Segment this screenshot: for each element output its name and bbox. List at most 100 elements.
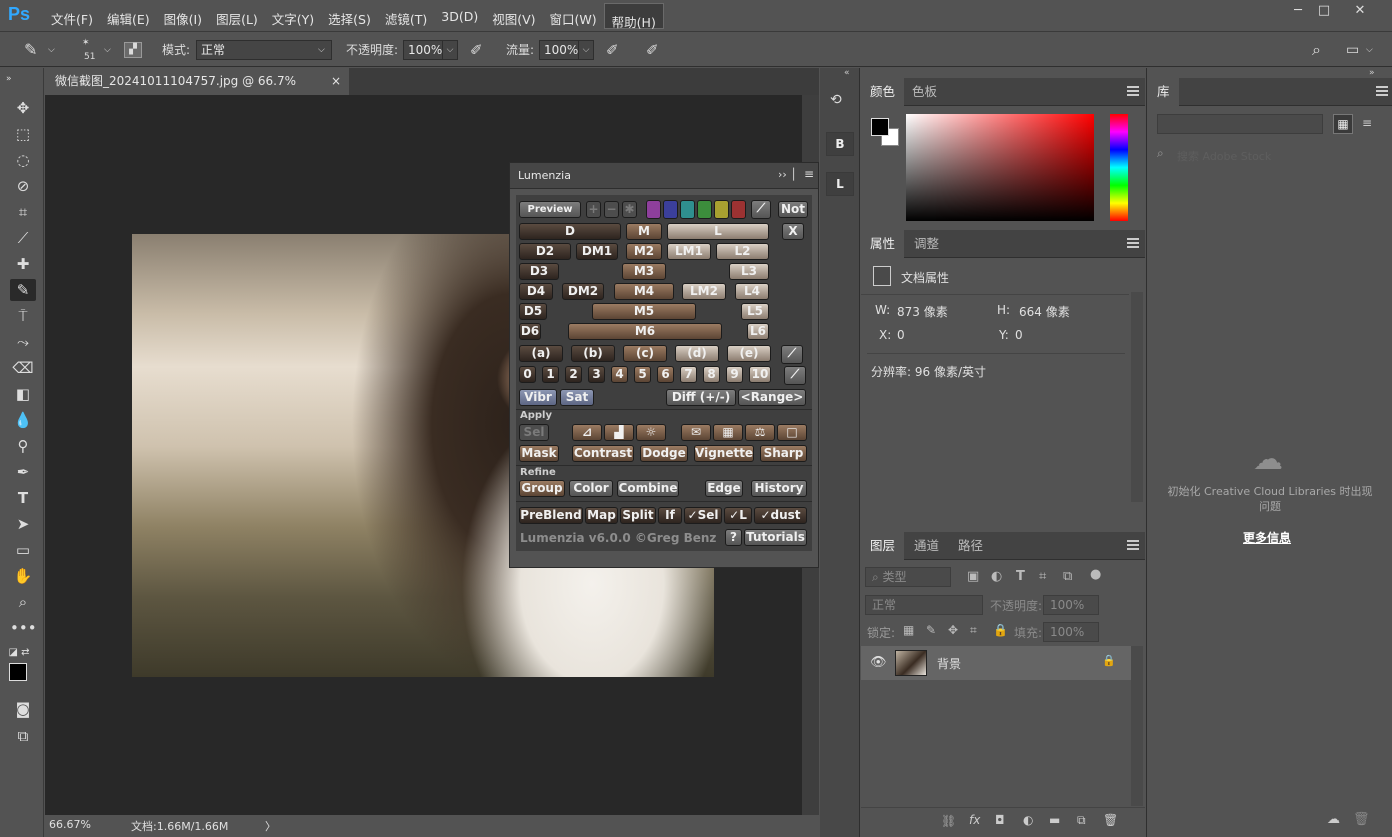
pen-tool-icon[interactable]: ✒ — [10, 461, 36, 483]
adjustment-layer-icon[interactable]: ◐ — [1023, 813, 1033, 827]
layer-visibility-eye-icon[interactable]: 👁 — [870, 655, 887, 670]
zone-l6-button[interactable]: L6 — [747, 323, 769, 340]
marquee-tool-icon[interactable]: ⬚ — [10, 123, 36, 145]
sharp-button[interactable]: Sharp — [760, 445, 807, 462]
zone-m3-button[interactable]: M3 — [622, 263, 666, 280]
filter-pixel-icon[interactable]: ▣ — [967, 569, 979, 584]
layer-name[interactable]: 背景 — [937, 655, 961, 672]
foreground-color-swatch[interactable] — [9, 663, 27, 681]
plus-button[interactable]: + — [586, 201, 601, 218]
quick-select-tool-icon[interactable]: ⊘ — [10, 175, 36, 197]
width-value[interactable]: 873 像素 — [897, 303, 948, 320]
number-8-button[interactable]: 8 — [703, 366, 720, 383]
zone-d6-button[interactable]: D6 — [519, 323, 541, 340]
flow-input[interactable]: 100% — [539, 40, 579, 60]
document-tab[interactable]: 微信截图_20241011104757.jpg @ 66.7%(RGB/8#) … — [45, 68, 349, 115]
menu-layer[interactable]: 图层(L) — [209, 0, 265, 32]
minus-button[interactable]: − — [604, 201, 619, 218]
new-layer-icon[interactable]: ⧉ — [1077, 813, 1086, 828]
map-button[interactable]: Map — [585, 507, 618, 524]
dodge-tool-icon[interactable]: ⚲ — [10, 435, 36, 457]
filter-type-icon[interactable]: T — [1016, 569, 1025, 584]
rectangle-tool-icon[interactable]: ▭ — [10, 539, 36, 561]
number-1-button[interactable]: 1 — [542, 366, 559, 383]
library-menu-icon[interactable] — [1376, 86, 1388, 96]
zone-a-button[interactable]: (a) — [519, 345, 563, 362]
pressure-opacity-icon[interactable]: ✐ — [470, 33, 483, 67]
zone-l-button[interactable]: L — [667, 223, 769, 240]
zone-l2-button[interactable]: L2 — [716, 243, 769, 260]
healing-brush-tool-icon[interactable]: ✚ — [10, 253, 36, 275]
number-7-button[interactable]: 7 — [680, 366, 697, 383]
search-icon[interactable]: ⌕ — [1312, 33, 1321, 67]
collapse-panel-icon[interactable]: ›› │ — [778, 168, 797, 181]
more-tools-icon[interactable]: ••• — [10, 617, 37, 639]
flow-dropdown[interactable]: ⌵ — [578, 40, 594, 60]
star-button[interactable]: ✱ — [622, 201, 637, 218]
number-6-button[interactable]: 6 — [657, 366, 674, 383]
library-delete-icon[interactable]: 🗑 — [1353, 812, 1370, 827]
contrast-button[interactable]: Contrast — [572, 445, 634, 462]
swap-colors-icon[interactable]: ◪ ⇄ — [6, 642, 32, 664]
collapse-strip-icon[interactable]: « — [844, 68, 850, 78]
zone-m-button[interactable]: M — [626, 223, 662, 240]
tab-library[interactable]: 库 — [1148, 78, 1179, 106]
color-swatch-green[interactable] — [697, 200, 712, 219]
path-select-tool-icon[interactable]: ➤ — [10, 513, 36, 535]
zone-m4-button[interactable]: M4 — [614, 283, 674, 300]
workspace-dropdown-icon[interactable]: ⌵ — [1366, 33, 1373, 67]
zoom-level[interactable]: 66.67% — [49, 818, 91, 831]
collapse-library-icon[interactable]: » — [1369, 68, 1375, 78]
color-panel-menu-icon[interactable] — [1127, 86, 1139, 96]
history-button[interactable]: History — [751, 480, 807, 497]
collapse-toolbar-icon[interactable]: » — [6, 68, 32, 90]
number-eyedropper-icon[interactable]: ⟋ — [784, 366, 806, 385]
type-tool-icon[interactable]: T — [10, 487, 36, 509]
color-swatch-blue[interactable] — [663, 200, 678, 219]
zone-m2-button[interactable]: M2 — [626, 243, 662, 260]
eraser-tool-icon[interactable]: ⌫ — [10, 357, 36, 379]
cc-sync-icon[interactable]: ☁ — [1327, 812, 1340, 827]
tab-adjustments[interactable]: 调整 — [905, 230, 948, 258]
tab-paths[interactable]: 路径 — [949, 532, 992, 560]
color-swatch-purple[interactable] — [646, 200, 661, 219]
balance-icon[interactable]: ⚖ — [745, 424, 775, 441]
menu-3d[interactable]: 3D(D) — [434, 0, 485, 32]
lasso-tool-icon[interactable]: ◌ — [10, 149, 36, 171]
zone-lm2-button[interactable]: LM2 — [682, 283, 726, 300]
menu-type[interactable]: 文字(Y) — [265, 0, 321, 32]
filter-adjustment-icon[interactable]: ◐ — [991, 569, 1002, 584]
dodge-button[interactable]: Dodge — [640, 445, 688, 462]
properties-scrollbar[interactable] — [1131, 292, 1143, 502]
y-value[interactable]: 0 — [1015, 328, 1023, 342]
curves-icon[interactable]: ⊿ — [572, 424, 602, 441]
brush-panel-icon[interactable]: ▞ — [124, 42, 142, 58]
close-window-button[interactable]: ✕ — [1344, 0, 1376, 22]
height-value[interactable]: 664 像素 — [1019, 303, 1070, 320]
status-menu-arrow[interactable]: 〉 — [265, 818, 276, 834]
tab-channels[interactable]: 通道 — [905, 532, 948, 560]
brush-tool-icon[interactable]: ✎ — [10, 279, 36, 301]
more-info-link[interactable]: 更多信息 — [1243, 529, 1291, 546]
filter-shape-icon[interactable]: ⌗ — [1039, 569, 1046, 584]
tool-preset-dropdown-icon[interactable]: ⌵ — [48, 33, 55, 67]
number-2-button[interactable]: 2 — [565, 366, 582, 383]
color-field[interactable] — [906, 114, 1094, 221]
library-select[interactable] — [1157, 114, 1323, 134]
menu-window[interactable]: 窗口(W) — [543, 0, 604, 32]
crop-tool-icon[interactable]: ⌗ — [10, 201, 36, 223]
envelope-icon[interactable]: ✉ — [681, 424, 711, 441]
link-layers-icon[interactable]: ⛓ — [941, 814, 956, 828]
menu-filter[interactable]: 滤镜(T) — [378, 0, 434, 32]
layer-thumbnail[interactable] — [895, 650, 927, 676]
tab-layers[interactable]: 图层 — [861, 532, 905, 560]
layer-style-icon[interactable]: fx — [969, 813, 980, 827]
zone-d-button[interactable]: D — [519, 223, 621, 240]
zoom-tool-icon[interactable]: ⌕ — [10, 591, 36, 613]
menu-select[interactable]: 选择(S) — [321, 0, 378, 32]
tab-color[interactable]: 颜色 — [861, 78, 905, 106]
group-button[interactable]: Group — [519, 480, 565, 497]
fill-input[interactable]: 100% — [1043, 622, 1099, 642]
color-button[interactable]: Color — [569, 480, 613, 497]
layers-menu-icon[interactable] — [1127, 540, 1139, 550]
